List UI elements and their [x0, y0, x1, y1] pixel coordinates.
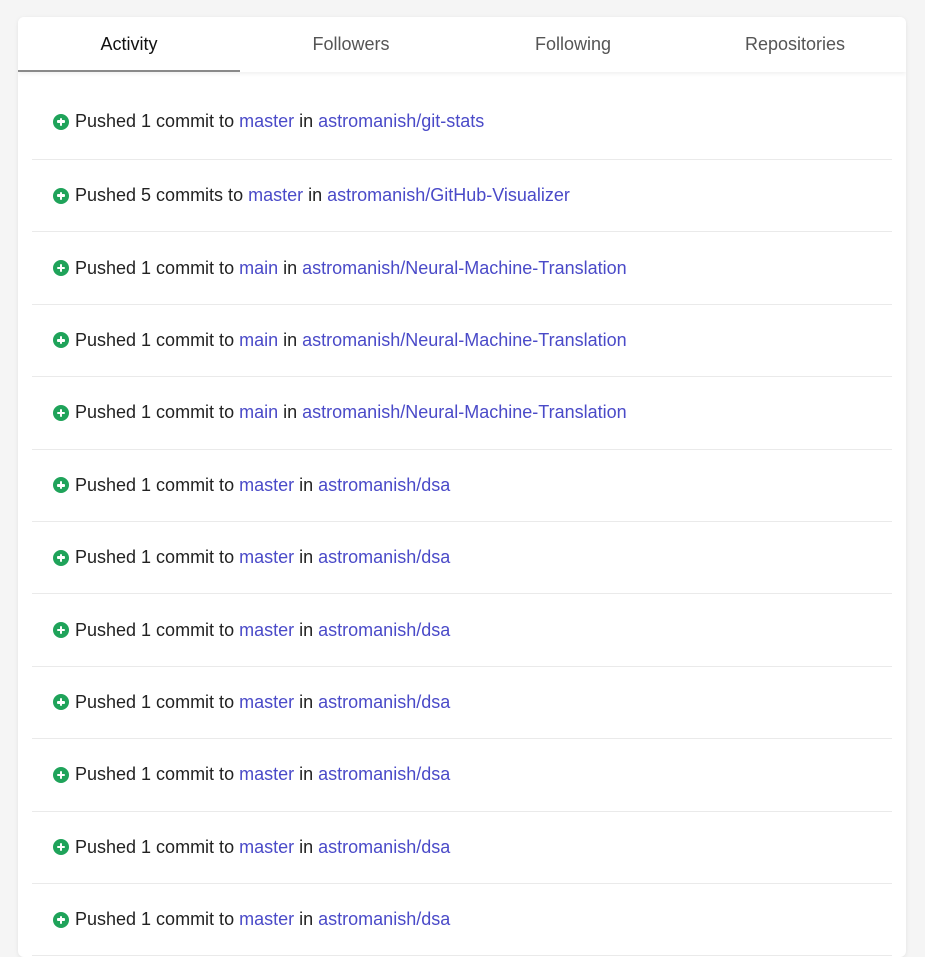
activity-item: Pushed 1 commit to master in astromanish… — [32, 884, 892, 957]
branch-link[interactable]: master — [239, 692, 294, 713]
in-label: in — [299, 764, 314, 785]
in-label: in — [299, 836, 314, 857]
activity-action: Pushed 1 commit to — [75, 836, 235, 857]
plus-circle-icon — [53, 187, 69, 204]
in-label: in — [299, 474, 314, 495]
repo-link[interactable]: astromanish/dsa — [318, 547, 450, 568]
branch-link[interactable]: master — [239, 475, 294, 496]
plus-circle-icon — [53, 911, 69, 928]
branch-link[interactable]: main — [239, 330, 278, 351]
tab-repositories[interactable]: Repositories — [684, 17, 906, 72]
repo-link[interactable]: astromanish/GitHub-Visualizer — [327, 185, 570, 206]
activity-item: Pushed 1 commit to master in astromanish… — [32, 667, 892, 740]
activity-item: Pushed 1 commit to master in astromanish… — [32, 594, 892, 667]
branch-link[interactable]: master — [239, 547, 294, 568]
branch-link[interactable]: master — [239, 909, 294, 930]
repo-link[interactable]: astromanish/dsa — [318, 909, 450, 930]
activity-action: Pushed 1 commit to — [75, 474, 235, 495]
activity-action: Pushed 1 commit to — [75, 257, 235, 278]
in-label: in — [299, 111, 314, 131]
activity-action: Pushed 1 commit to — [75, 402, 235, 423]
branch-link[interactable]: master — [239, 111, 294, 132]
activity-action: Pushed 1 commit to — [75, 619, 235, 640]
plus-circle-icon — [53, 404, 69, 421]
repo-link[interactable]: astromanish/dsa — [318, 692, 450, 713]
activity-feed: Pushed 1 commit to master in astromanish… — [18, 72, 906, 957]
activity-item: Pushed 1 commit to main in astromanish/N… — [32, 232, 892, 305]
repo-link[interactable]: astromanish/Neural-Machine-Translation — [302, 330, 626, 351]
repo-link[interactable]: astromanish/dsa — [318, 620, 450, 641]
in-label: in — [299, 619, 314, 640]
plus-circle-icon — [53, 766, 69, 783]
branch-link[interactable]: master — [239, 764, 294, 785]
tab-bar: Activity Followers Following Repositorie… — [18, 17, 906, 72]
tab-followers[interactable]: Followers — [240, 17, 462, 72]
activity-action: Pushed 1 commit to — [75, 329, 235, 350]
branch-link[interactable]: main — [239, 258, 278, 279]
plus-circle-icon — [53, 260, 69, 277]
repo-link[interactable]: astromanish/dsa — [318, 475, 450, 496]
tab-following[interactable]: Following — [462, 17, 684, 72]
plus-circle-icon — [53, 694, 69, 711]
in-label: in — [283, 257, 298, 278]
activity-item: Pushed 5 commits to master in astromanis… — [32, 160, 892, 233]
branch-link[interactable]: master — [239, 837, 294, 858]
plus-circle-icon — [53, 332, 69, 349]
activity-action: Pushed 1 commit to — [75, 691, 235, 712]
plus-circle-icon — [53, 477, 69, 494]
tab-activity[interactable]: Activity — [18, 17, 240, 72]
activity-item: Pushed 1 commit to main in astromanish/N… — [32, 305, 892, 378]
repo-link[interactable]: astromanish/Neural-Machine-Translation — [302, 402, 626, 423]
plus-circle-icon — [53, 622, 69, 639]
branch-link[interactable]: master — [248, 185, 303, 206]
activity-item: Pushed 1 commit to master in astromanish… — [32, 739, 892, 812]
activity-item: Pushed 1 commit to master in astromanish… — [32, 812, 892, 884]
plus-circle-icon — [53, 113, 69, 130]
activity-action: Pushed 1 commit to — [75, 111, 235, 131]
activity-item: Pushed 1 commit to master in astromanish… — [32, 450, 892, 522]
profile-card: Activity Followers Following Repositorie… — [18, 17, 906, 957]
repo-link[interactable]: astromanish/dsa — [318, 837, 450, 858]
activity-action: Pushed 1 commit to — [75, 764, 235, 785]
activity-action: Pushed 1 commit to — [75, 547, 235, 568]
in-label: in — [283, 329, 298, 350]
activity-action: Pushed 5 commits to — [75, 185, 244, 206]
repo-link[interactable]: astromanish/dsa — [318, 764, 450, 785]
branch-link[interactable]: main — [239, 402, 278, 423]
activity-item: Pushed 1 commit to master in astromanish… — [32, 72, 892, 160]
in-label: in — [299, 547, 314, 568]
activity-item: Pushed 1 commit to master in astromanish… — [32, 522, 892, 595]
plus-circle-icon — [53, 839, 69, 856]
in-label: in — [283, 402, 298, 423]
repo-link[interactable]: astromanish/Neural-Machine-Translation — [302, 258, 626, 279]
in-label: in — [299, 909, 314, 930]
repo-link[interactable]: astromanish/git-stats — [318, 111, 484, 132]
plus-circle-icon — [53, 549, 69, 566]
branch-link[interactable]: master — [239, 620, 294, 641]
in-label: in — [308, 185, 323, 206]
activity-action: Pushed 1 commit to — [75, 909, 235, 930]
in-label: in — [299, 691, 314, 712]
activity-item: Pushed 1 commit to main in astromanish/N… — [32, 377, 892, 450]
